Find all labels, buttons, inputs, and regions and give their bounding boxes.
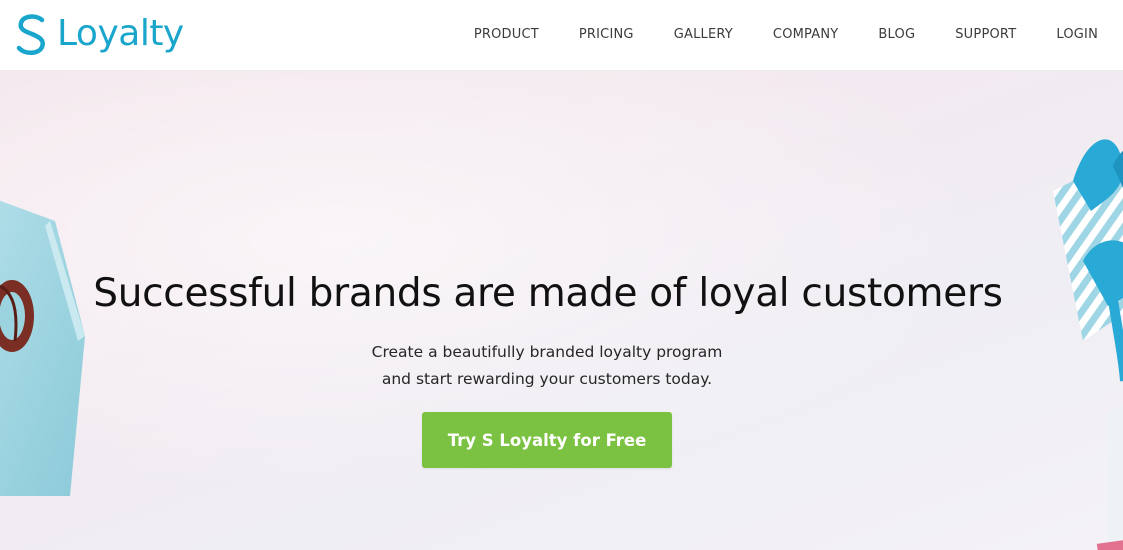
- nav-item-support[interactable]: SUPPORT: [935, 0, 1036, 70]
- nav-item-pricing[interactable]: PRICING: [559, 0, 654, 70]
- nav-item-blog[interactable]: BLOG: [858, 0, 935, 70]
- hero-section: Successful brands are made of loyal cust…: [0, 71, 1123, 550]
- hero-subtitle: Create a beautifully branded loyalty pro…: [0, 339, 1094, 393]
- nav-item-company[interactable]: COMPANY: [753, 0, 859, 70]
- site-header: Loyalty PRODUCT PRICING GALLERY COMPANY …: [0, 0, 1123, 71]
- try-free-button[interactable]: Try S Loyalty for Free: [422, 412, 672, 468]
- main-nav: PRODUCT PRICING GALLERY COMPANY BLOG SUP…: [454, 0, 1118, 70]
- nav-item-login[interactable]: LOGIN: [1036, 0, 1118, 70]
- gift-box-left-image: [0, 200, 85, 496]
- hero-subtitle-line-2: and start rewarding your customers today…: [381, 370, 713, 388]
- logo-s-icon: [16, 14, 45, 55]
- hero-title: Successful brands are made of loyal cust…: [93, 271, 1003, 316]
- gift-box-right-image: [1053, 139, 1123, 550]
- brand-logo[interactable]: Loyalty: [15, 8, 184, 62]
- nav-item-product[interactable]: PRODUCT: [454, 0, 559, 70]
- hero-subtitle-line-1: Create a beautifully branded loyalty pro…: [371, 343, 723, 361]
- nav-item-gallery[interactable]: GALLERY: [654, 0, 753, 70]
- brand-name: Loyalty: [57, 13, 184, 54]
